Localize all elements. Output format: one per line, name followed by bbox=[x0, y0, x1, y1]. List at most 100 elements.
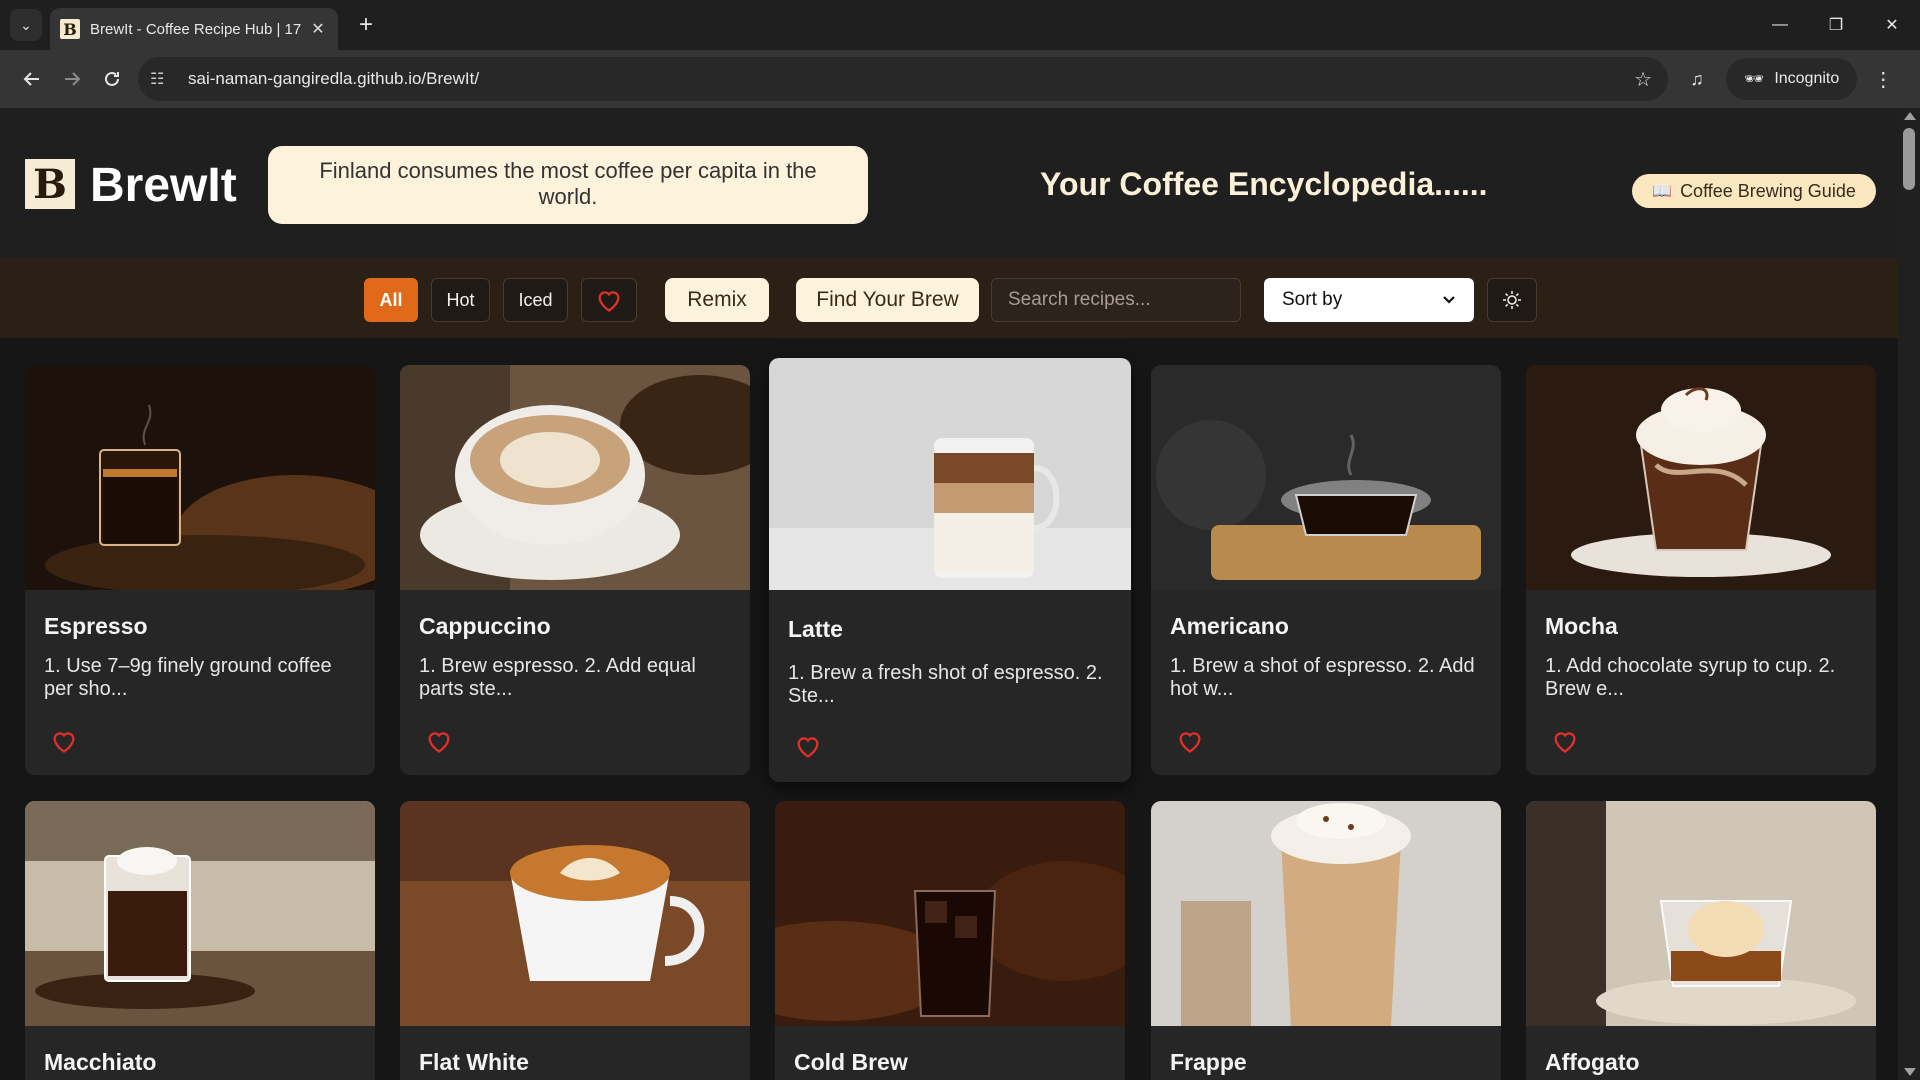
site-header: B BrewIt Finland consumes the most coffe… bbox=[0, 108, 1898, 258]
window-controls: — ❐ ✕ bbox=[1752, 0, 1920, 50]
heart-icon bbox=[53, 732, 75, 753]
recipe-card[interactable]: Frappe bbox=[1151, 801, 1501, 1080]
scrollbar-thumb[interactable] bbox=[1903, 128, 1915, 190]
logo-icon[interactable]: B bbox=[25, 159, 75, 209]
recipe-name: Espresso bbox=[44, 613, 148, 639]
bookmark-star-icon[interactable]: ☆ bbox=[1634, 67, 1652, 92]
tab-search-button[interactable]: ⌄ bbox=[10, 9, 42, 41]
new-tab-button[interactable]: + bbox=[352, 11, 380, 39]
reload-icon bbox=[105, 71, 119, 86]
filter-all-button[interactable]: All bbox=[364, 278, 418, 322]
heart-icon bbox=[1554, 732, 1576, 753]
recipe-description: 1. Use 7–9g finely ground coffee per sho… bbox=[44, 655, 332, 700]
filter-iced-button[interactable]: Iced bbox=[503, 278, 568, 322]
heart-icon bbox=[428, 732, 450, 753]
search-input[interactable]: Search recipes... bbox=[991, 278, 1241, 322]
recipe-name: Cold Brew bbox=[794, 1049, 908, 1075]
remix-button[interactable]: Remix bbox=[665, 278, 769, 322]
site-name[interactable]: BrewIt bbox=[90, 158, 237, 213]
book-icon: 📖 bbox=[1652, 183, 1673, 200]
browser-toolbar: ☷ sai-naman-gangiredla.github.io/BrewIt/… bbox=[0, 50, 1920, 108]
filter-hot-button[interactable]: Hot bbox=[431, 278, 490, 322]
favorites-filter-button[interactable] bbox=[581, 278, 637, 322]
brewing-guide-button[interactable]: 📖 Coffee Brewing Guide bbox=[1632, 174, 1876, 208]
recipe-card[interactable]: Espresso 1. Use 7–9g finely ground coffe… bbox=[25, 365, 375, 775]
site-info-icon[interactable]: ☷ bbox=[150, 69, 174, 89]
recipe-name: Affogato bbox=[1545, 1049, 1640, 1075]
incognito-icon: 🕶 bbox=[1744, 71, 1765, 88]
forward-button[interactable] bbox=[52, 59, 92, 99]
tab-favicon: B bbox=[60, 19, 80, 39]
sort-select[interactable]: Sort by bbox=[1264, 278, 1474, 322]
chevron-down-icon: ⌄ bbox=[20, 16, 32, 33]
incognito-badge[interactable]: 🕶 Incognito bbox=[1726, 58, 1858, 100]
coffee-fact-banner: Finland consumes the most coffee per cap… bbox=[268, 146, 868, 224]
recipe-image bbox=[25, 365, 375, 590]
browser-menu-icon[interactable]: ⋮ bbox=[1873, 67, 1893, 92]
favorite-button[interactable] bbox=[1551, 727, 1579, 755]
back-arrow-icon bbox=[23, 72, 39, 86]
recipe-image bbox=[1526, 365, 1876, 590]
recipe-card[interactable]: Macchiato bbox=[25, 801, 375, 1080]
favorite-button[interactable] bbox=[50, 727, 78, 755]
recipe-image bbox=[1151, 801, 1501, 1026]
recipe-name: Macchiato bbox=[44, 1049, 157, 1075]
url-text: sai-naman-gangiredla.github.io/BrewIt/ bbox=[188, 69, 480, 88]
theme-toggle-button[interactable] bbox=[1487, 278, 1537, 322]
page-tagline: Your Coffee Encyclopedia...... bbox=[1040, 166, 1488, 202]
page-scrollbar[interactable] bbox=[1898, 108, 1920, 1080]
recipe-card[interactable]: Latte 1. Brew a fresh shot of espresso. … bbox=[769, 358, 1131, 782]
recipe-card[interactable]: Americano 1. Brew a shot of espresso. 2.… bbox=[1151, 365, 1501, 775]
heart-icon bbox=[1179, 732, 1201, 753]
recipe-card[interactable]: Cold Brew bbox=[775, 801, 1125, 1080]
forward-arrow-icon bbox=[65, 72, 81, 86]
restore-icon[interactable]: ❐ bbox=[1808, 0, 1864, 50]
page-viewport: B BrewIt Finland consumes the most coffe… bbox=[0, 108, 1920, 1080]
recipe-description: 1. Brew a fresh shot of espresso. 2. Ste… bbox=[788, 662, 1103, 707]
sort-select-value: Sort by bbox=[1282, 289, 1343, 310]
recipe-image bbox=[400, 801, 750, 1026]
heart-icon bbox=[598, 291, 620, 312]
scroll-down-icon[interactable] bbox=[1904, 1068, 1916, 1076]
recipe-name: Americano bbox=[1170, 613, 1289, 639]
sun-icon bbox=[1503, 291, 1521, 309]
recipe-card[interactable]: Cappuccino 1. Brew espresso. 2. Add equa… bbox=[400, 365, 750, 775]
incognito-label: Incognito bbox=[1774, 70, 1840, 87]
recipe-description: 1. Add chocolate syrup to cup. 2. Brew e… bbox=[1545, 655, 1836, 700]
back-button[interactable] bbox=[12, 59, 52, 99]
browser-tab[interactable]: B BrewIt - Coffee Recipe Hub | 17 ✕ bbox=[50, 8, 338, 50]
recipe-card[interactable]: Mocha 1. Add chocolate syrup to cup. 2. … bbox=[1526, 365, 1876, 775]
find-your-brew-button[interactable]: Find Your Brew bbox=[796, 278, 979, 322]
media-control-icon[interactable]: ♫ bbox=[1682, 69, 1712, 90]
chevron-down-icon bbox=[1443, 296, 1455, 304]
recipe-image bbox=[1151, 365, 1501, 590]
recipe-description: 1. Brew espresso. 2. Add equal parts ste… bbox=[419, 655, 696, 700]
minimize-icon[interactable]: — bbox=[1752, 0, 1808, 50]
scroll-up-icon[interactable] bbox=[1904, 112, 1916, 120]
recipe-name: Latte bbox=[788, 616, 843, 642]
recipe-name: Cappuccino bbox=[419, 613, 551, 639]
address-bar[interactable]: ☷ sai-naman-gangiredla.github.io/BrewIt/… bbox=[138, 57, 1668, 101]
brewing-guide-label: Coffee Brewing Guide bbox=[1680, 180, 1856, 201]
recipe-description: 1. Brew a shot of espresso. 2. Add hot w… bbox=[1170, 655, 1475, 700]
favorite-button[interactable] bbox=[425, 727, 453, 755]
heart-icon bbox=[797, 737, 819, 758]
browser-tab-bar: ⌄ B BrewIt - Coffee Recipe Hub | 17 ✕ + … bbox=[0, 0, 1920, 50]
recipe-name: Mocha bbox=[1545, 613, 1618, 639]
reload-button[interactable] bbox=[92, 59, 132, 99]
recipe-name: Flat White bbox=[419, 1049, 529, 1075]
recipe-image bbox=[1526, 801, 1876, 1026]
favorite-button[interactable] bbox=[794, 732, 822, 760]
filter-bar: All Hot Iced Remix Find Your Brew Search… bbox=[0, 258, 1898, 338]
recipe-image bbox=[775, 801, 1125, 1026]
recipe-card[interactable]: Affogato bbox=[1526, 801, 1876, 1080]
recipe-image bbox=[25, 801, 375, 1026]
recipe-image bbox=[769, 358, 1131, 590]
favorite-button[interactable] bbox=[1176, 727, 1204, 755]
close-tab-icon[interactable]: ✕ bbox=[308, 19, 328, 39]
tab-title: BrewIt - Coffee Recipe Hub | 17 bbox=[90, 20, 302, 38]
recipe-card[interactable]: Flat White bbox=[400, 801, 750, 1080]
recipe-image bbox=[400, 365, 750, 590]
close-window-icon[interactable]: ✕ bbox=[1864, 0, 1920, 50]
recipe-name: Frappe bbox=[1170, 1049, 1247, 1075]
